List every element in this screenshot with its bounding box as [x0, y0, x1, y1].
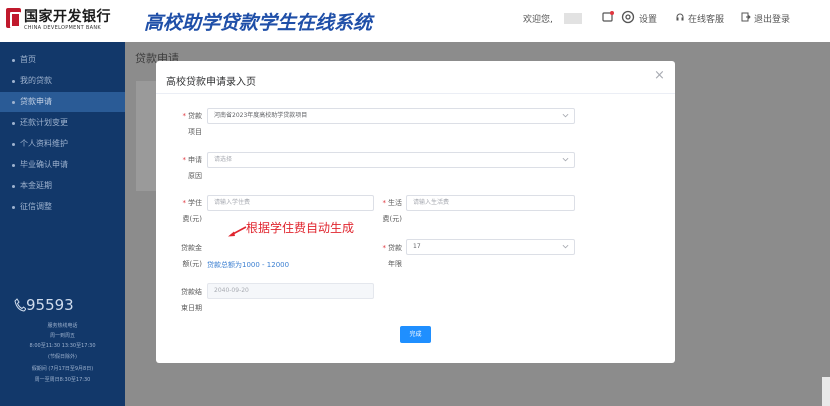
dialog-title: 高校贷款申请录入页 [166, 77, 256, 88]
sidebar-item-my-loans[interactable]: 我的贷款 [0, 71, 125, 91]
chevron-down-icon [562, 244, 569, 249]
end-date-field: 2040-09-20 [207, 283, 374, 299]
sidebar-item-repayment-change[interactable]: 还款计划变更 [0, 113, 125, 133]
bank-logo-icon [6, 8, 21, 28]
hotline-line: 周一到周五 [49, 333, 75, 339]
sidebar-item-profile[interactable]: 个人资料维护 [0, 134, 125, 154]
amount-hint: 贷款总额为1000 - 12000 [207, 261, 290, 269]
hotline-line: 服务热线电话 [47, 323, 78, 329]
online-service-link[interactable]: 在线客服 [688, 12, 724, 25]
logout-icon [741, 12, 751, 22]
bank-logo: 国家开发银行 CHINA DEVELOPMENT BANK [6, 6, 130, 36]
term-select[interactable]: 17 [406, 239, 575, 255]
user-name [564, 13, 582, 24]
sidebar-item-home[interactable]: 首页 [0, 50, 125, 70]
hotline-line: (节假日除外) [48, 354, 77, 360]
bank-name-cn: 国家开发银行 [24, 9, 111, 25]
hotline-line: 周一至周日8:30至17:30 [34, 377, 91, 383]
dialog-divider [156, 93, 675, 94]
confirm-button[interactable]: 完成 [400, 326, 431, 343]
tuition-label-cont: 费(元) [182, 215, 202, 223]
sidebar-item-graduation[interactable]: 毕业确认申请 [0, 155, 125, 175]
gear-icon[interactable] [620, 9, 636, 25]
sidebar-item-principal-deferral[interactable]: 本金延期 [0, 176, 125, 196]
hotline-number: 95593 [26, 296, 74, 314]
logout-link[interactable]: 退出登录 [754, 12, 790, 25]
hotline-line: 假期间 (7月17日至9月8日) [31, 366, 94, 372]
headset-icon [676, 13, 684, 21]
sidebar-item-credit[interactable]: 征信调整 [0, 197, 125, 217]
end-date-label-cont: 束日期 [181, 304, 202, 312]
scrollbar[interactable] [822, 377, 830, 406]
chevron-down-icon [562, 113, 569, 118]
sidebar-item-loan-application[interactable]: 贷款申请 [0, 92, 125, 112]
loan-application-dialog: 高校贷款申请录入页 × * 贷款 项目 河南省2023年度高校助学贷款项目 * 申请… [156, 61, 675, 363]
amount-label-cont: 额(元) [182, 260, 202, 268]
system-title: 高校助学贷款学生在线系统 [144, 12, 373, 34]
reason-select[interactable]: 请选择 [207, 152, 575, 168]
sidebar: 首页 我的贷款 贷款申请 还款计划变更 个人资料维护 毕业确认申请 本金延期 征… [0, 42, 125, 406]
living-input[interactable]: 请输入生活费 [406, 195, 575, 211]
hotline-line: 8:00至11:30 13:30至17:30 [29, 343, 96, 349]
term-label-cont: 年限 [388, 260, 402, 268]
chevron-down-icon [562, 157, 569, 162]
bank-name-en: CHINA DEVELOPMENT BANK [24, 25, 101, 31]
settings-link[interactable]: 设置 [639, 12, 657, 25]
tuition-input[interactable]: 请输入学住费 [207, 195, 374, 211]
living-label-cont: 费(元) [382, 215, 402, 223]
reason-label-cont: 原因 [188, 172, 202, 180]
background-card [136, 81, 156, 191]
top-header: 国家开发银行 CHINA DEVELOPMENT BANK 高校助学贷款学生在线… [0, 0, 830, 42]
welcome-text: 欢迎您, [523, 15, 553, 25]
message-icon[interactable] [601, 10, 615, 24]
project-select[interactable]: 河南省2023年度高校助学贷款项目 [207, 108, 575, 124]
annotation-arrow-icon [228, 226, 247, 237]
phone-icon [14, 298, 26, 312]
close-icon[interactable]: × [654, 69, 665, 82]
project-label-cont: 项目 [188, 128, 202, 136]
annotation-text: 根据学住费自动生成 [246, 221, 355, 235]
